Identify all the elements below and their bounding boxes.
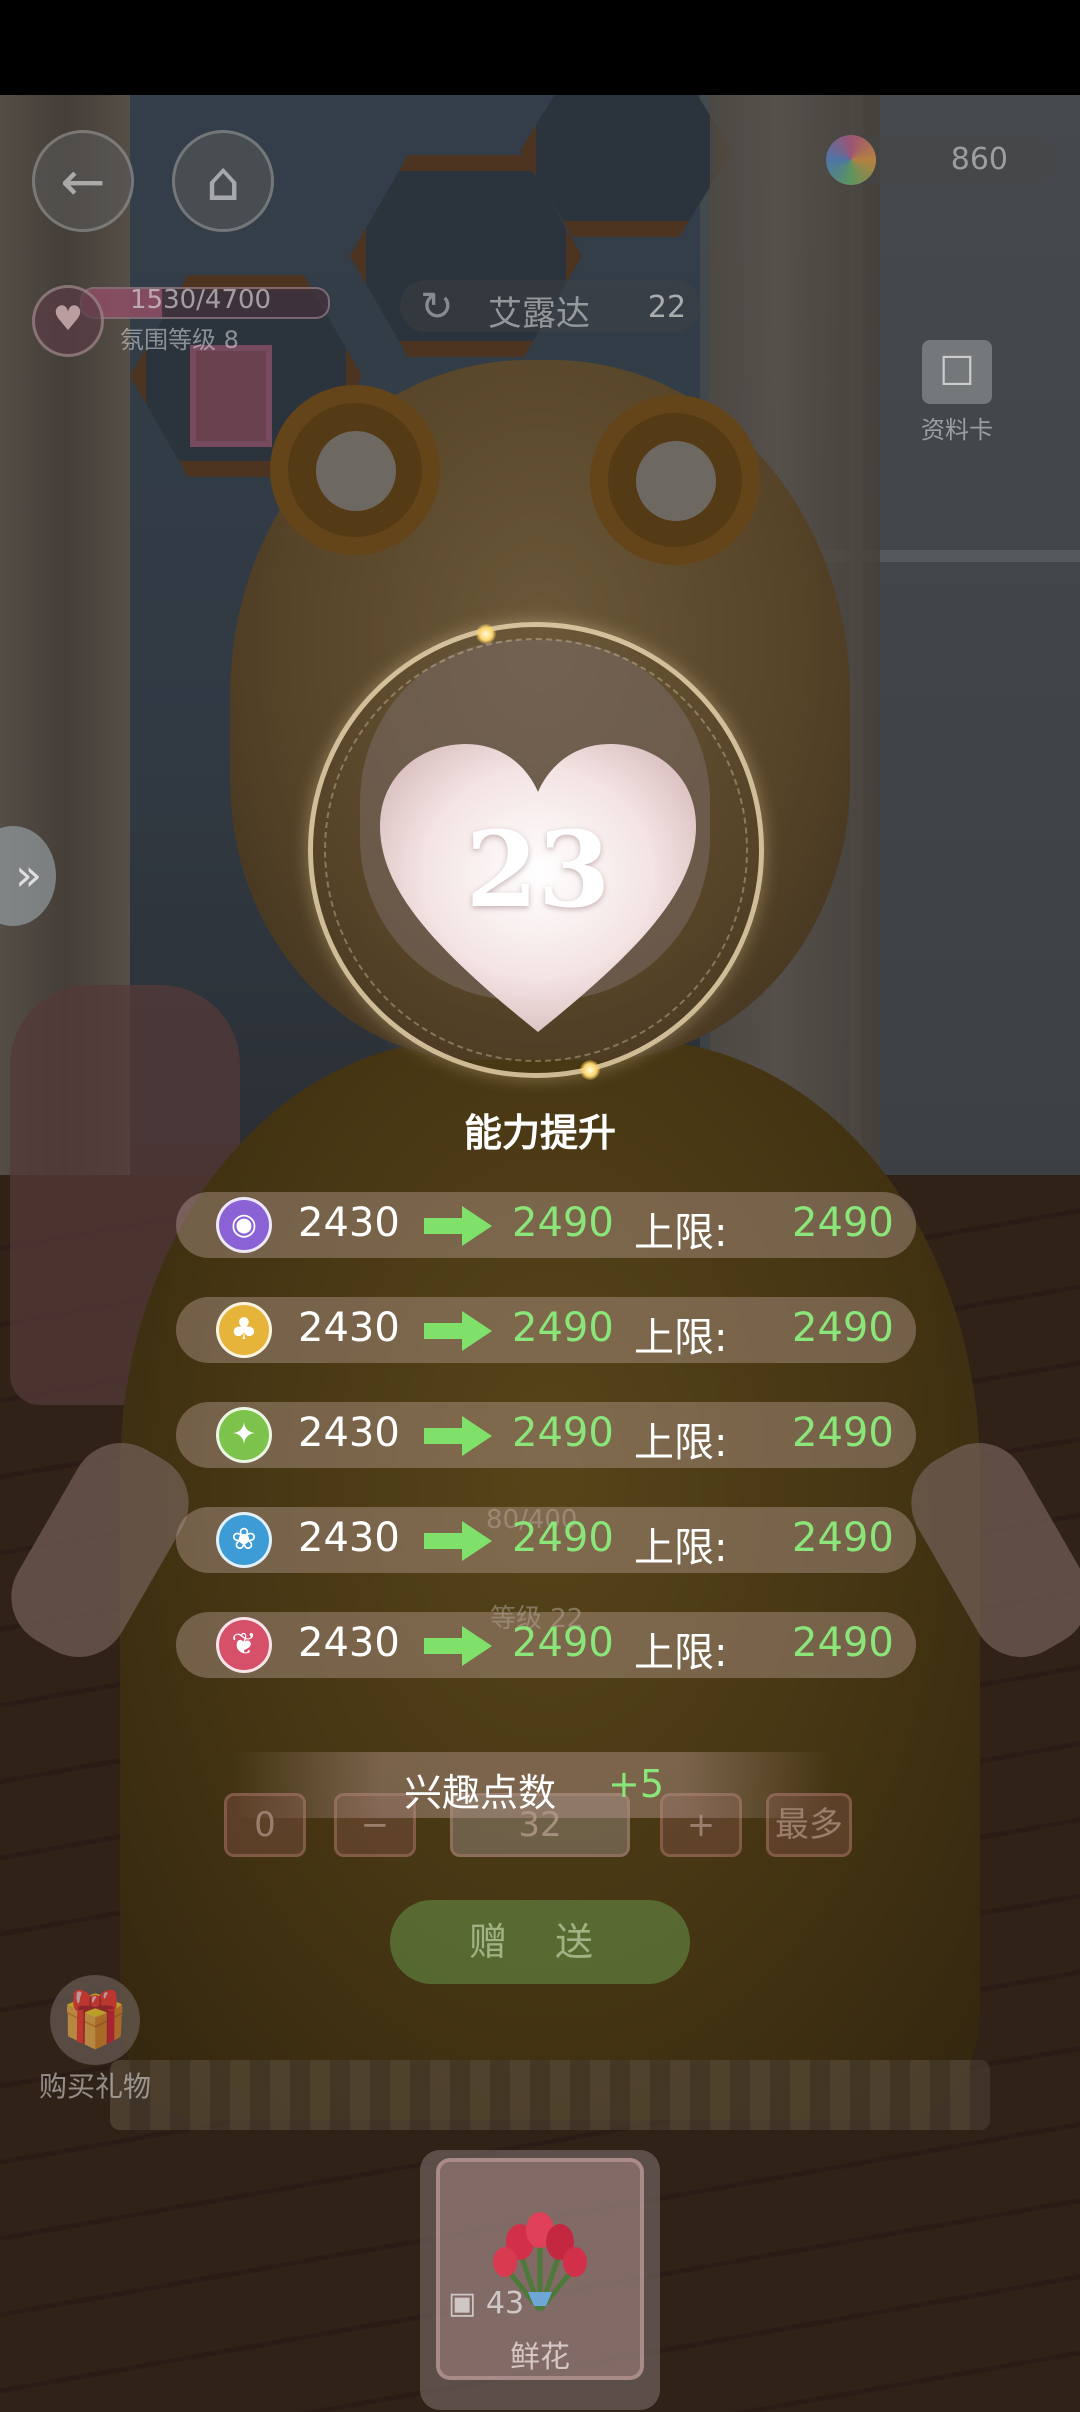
stat-cap-label: 上限: <box>634 1210 728 1256</box>
ability-up-title: 能力提升 <box>463 1111 616 1155</box>
stat-new-value: 2490 <box>512 1620 614 1666</box>
stat-cap-value: 2490 <box>792 1515 894 1561</box>
couple-icon[interactable]: ♥ <box>32 285 104 357</box>
stat-cap-label: 上限: <box>634 1630 728 1676</box>
arrow-right-icon <box>424 1206 492 1246</box>
stat-old-value: 2430 <box>298 1200 400 1246</box>
sparkle <box>476 624 496 644</box>
stat-cap-value: 2490 <box>792 1620 894 1666</box>
eye-icon: ◉ <box>216 1197 272 1253</box>
stat-new-value: 2490 <box>512 1305 614 1351</box>
stat-cap-value: 2490 <box>792 1410 894 1456</box>
mood-progress-text: 1530/4700 <box>130 285 272 315</box>
stat-cap-value: 2490 <box>792 1305 894 1351</box>
mood-level-label: 氛围等级 8 <box>120 326 239 354</box>
back-arrow-icon: ← <box>60 149 106 213</box>
stat-cap-value: 2490 <box>792 1200 894 1246</box>
gift-box-icon: 🎁 <box>50 1975 140 2065</box>
rainbow-gem-icon <box>826 135 876 185</box>
home-button[interactable]: ⌂ <box>172 130 274 232</box>
arrow-right-icon <box>424 1626 492 1666</box>
arrow-right-icon <box>424 1521 492 1561</box>
buy-gift-label: 购买礼物 <box>38 2070 151 2103</box>
interest-points-label: 兴趣点数 <box>404 1771 557 1815</box>
affection-badge: 22 <box>634 266 700 336</box>
back-button[interactable]: ← <box>32 130 134 232</box>
puzzle-icon: ✦ <box>216 1407 272 1463</box>
stat-old-value: 2430 <box>298 1410 400 1456</box>
stat-cap-label: 上限: <box>634 1525 728 1571</box>
gift-name: 鲜花 <box>510 2340 570 2375</box>
stat-row: ❦ 2430 2490 上限: 2490 <box>176 1612 916 1678</box>
swap-icon: ↻ <box>420 284 454 330</box>
level-number: 23 <box>465 808 611 931</box>
buy-gift-button[interactable]: 🎁 购买礼物 <box>30 1975 160 2105</box>
stat-new-value: 2490 <box>512 1200 614 1246</box>
stat-new-value: 2490 <box>512 1410 614 1456</box>
lightbulb-icon: ❀ <box>216 1512 272 1568</box>
clover-icon: ♣ <box>216 1302 272 1358</box>
sparkle <box>580 1060 600 1080</box>
profile-card-label: 资料卡 <box>921 416 993 444</box>
interest-points-value: +5 <box>608 1762 665 1806</box>
stat-old-value: 2430 <box>298 1305 400 1351</box>
profile-card-icon: ☐ <box>922 340 992 404</box>
bow-icon: ❦ <box>216 1617 272 1673</box>
status-bar <box>0 0 1080 95</box>
stat-old-value: 2430 <box>298 1515 400 1561</box>
stat-row: ♣ 2430 2490 上限: 2490 <box>176 1297 916 1363</box>
stat-cap-label: 上限: <box>634 1315 728 1361</box>
give-gift-button[interactable]: 赠 送 <box>390 1900 690 1984</box>
gift-count: ▣ 43 <box>448 2286 525 2321</box>
stat-new-value: 2490 <box>512 1515 614 1561</box>
stat-row: ◉ 2430 2490 上限: 2490 <box>176 1192 916 1258</box>
home-icon: ⌂ <box>205 149 241 213</box>
stat-cap-label: 上限: <box>634 1420 728 1466</box>
gift-item-flowers[interactable]: ▣ 43 鲜花 <box>436 2158 644 2380</box>
double-chevron-icon: » <box>15 850 42 901</box>
arrow-right-icon <box>424 1416 492 1456</box>
arrow-right-icon <box>424 1311 492 1351</box>
stat-row: ✦ 2430 2490 上限: 2490 <box>176 1402 916 1468</box>
stat-old-value: 2430 <box>298 1620 400 1666</box>
stat-row: ❀ 2430 2490 上限: 2490 <box>176 1507 916 1573</box>
profile-card-button[interactable]: ☐ 资料卡 <box>912 340 1002 445</box>
character-name: 艾露达 <box>488 294 590 334</box>
